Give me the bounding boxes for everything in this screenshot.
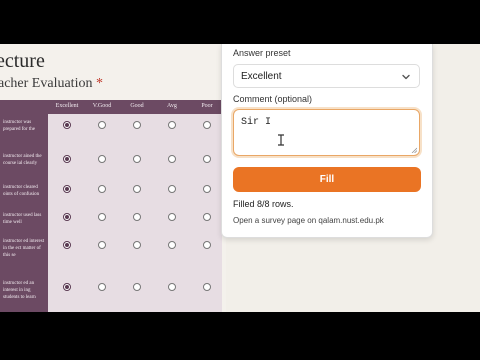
radio-excellent[interactable] — [63, 185, 71, 193]
preset-select[interactable]: Excellent — [233, 64, 420, 88]
radio-vgood[interactable] — [98, 185, 106, 193]
fill-button[interactable]: Fill — [233, 167, 421, 192]
col-head-avg: Avg — [167, 103, 177, 109]
grid-row: instructor was prepared for the — [0, 115, 222, 145]
col-head-poor: Poor — [201, 103, 213, 109]
text-cursor-icon — [278, 134, 284, 146]
radio-good[interactable] — [133, 213, 141, 221]
radio-excellent[interactable] — [63, 121, 71, 129]
radio-excellent[interactable] — [63, 213, 71, 221]
radio-excellent[interactable] — [63, 283, 71, 291]
col-head-good: Good — [130, 103, 144, 109]
radio-avg[interactable] — [168, 241, 176, 249]
grid-row: instructor cleared oints of confusion — [0, 178, 222, 208]
required-mark: * — [95, 76, 103, 91]
radio-excellent[interactable] — [63, 155, 71, 163]
survey-subtitle-text: acher Evaluation — [0, 76, 93, 91]
radio-vgood[interactable] — [98, 241, 106, 249]
radio-avg[interactable] — [168, 283, 176, 291]
survey-subtitle: acher Evaluation * — [0, 76, 103, 92]
radio-avg[interactable] — [168, 185, 176, 193]
radio-poor[interactable] — [203, 241, 211, 249]
preset-label: Answer preset — [233, 48, 291, 58]
grid-header: Excellent V.Good Good Avg Poor — [0, 100, 222, 114]
radio-good[interactable] — [133, 121, 141, 129]
grid-row: instructor ed an interest in ing student… — [0, 274, 222, 310]
radio-vgood[interactable] — [98, 121, 106, 129]
question-text: instructor ed interest in the ect matter… — [3, 239, 45, 258]
radio-vgood[interactable] — [98, 283, 106, 291]
radio-avg[interactable] — [168, 155, 176, 163]
radio-good[interactable] — [133, 155, 141, 163]
radio-good[interactable] — [133, 283, 141, 291]
radio-poor[interactable] — [203, 213, 211, 221]
chevron-down-icon — [402, 74, 410, 80]
radio-vgood[interactable] — [98, 155, 106, 163]
grid-row: instructor ed interest in the ect matter… — [0, 232, 222, 272]
radio-avg[interactable] — [168, 213, 176, 221]
rating-grid: Excellent V.Good Good Avg Poor instructo… — [0, 100, 222, 312]
extension-popup: Answer preset Excellent Comment (optiona… — [221, 44, 433, 238]
comment-label: Comment (optional) — [233, 94, 313, 104]
question-text: instructor cleared oints of confusion — [3, 185, 40, 197]
radio-good[interactable] — [133, 241, 141, 249]
question-text: instructor was prepared for the — [3, 120, 35, 132]
browser-viewport: ecture acher Evaluation * Excellent V.Go… — [0, 44, 480, 312]
question-text: instructor ained the course ial clearly — [3, 154, 42, 166]
radio-poor[interactable] — [203, 283, 211, 291]
survey-title: ecture — [0, 50, 45, 72]
radio-avg[interactable] — [168, 121, 176, 129]
radio-excellent[interactable] — [63, 241, 71, 249]
resize-grip-icon[interactable] — [411, 147, 417, 153]
radio-poor[interactable] — [203, 155, 211, 163]
comment-value: Sir I — [241, 117, 272, 128]
hint-text: Open a survey page on qalam.nust.edu.pk — [233, 216, 384, 225]
survey-page: ecture acher Evaluation * Excellent V.Go… — [0, 44, 226, 312]
radio-good[interactable] — [133, 185, 141, 193]
col-head-vgood: V.Good — [92, 103, 112, 109]
preset-value: Excellent — [241, 71, 282, 82]
question-text: instructor ed an interest in ing student… — [3, 281, 36, 300]
radio-vgood[interactable] — [98, 213, 106, 221]
radio-poor[interactable] — [203, 121, 211, 129]
video-frame: ecture acher Evaluation * Excellent V.Go… — [0, 0, 480, 360]
status-text: Filled 8/8 rows. — [233, 199, 294, 209]
col-head-excellent: Excellent — [55, 103, 79, 109]
question-text: instructor used lass time well — [3, 213, 42, 225]
comment-field[interactable]: Sir I — [233, 109, 420, 156]
radio-poor[interactable] — [203, 185, 211, 193]
grid-row: instructor ained the course ial clearly — [0, 149, 222, 179]
